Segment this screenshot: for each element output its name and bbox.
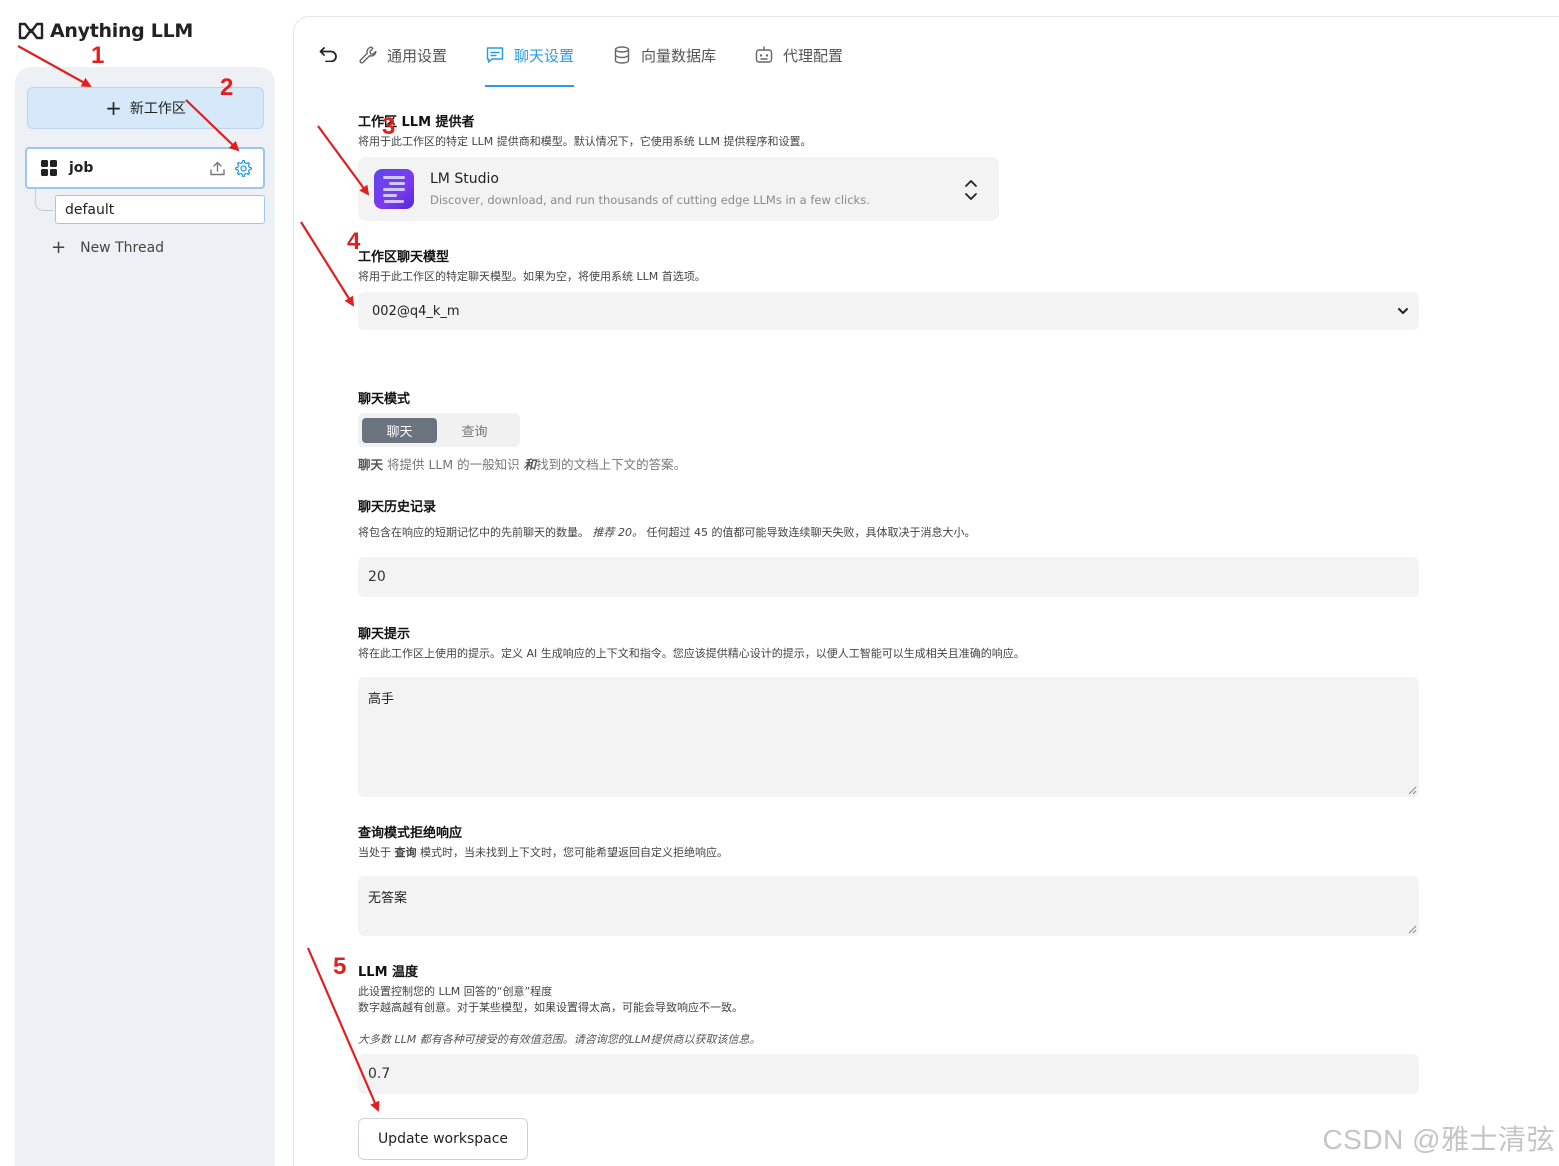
chat-prompt-title: 聊天提示 <box>358 627 411 642</box>
chat-model-title: 工作区聊天模型 <box>358 250 450 265</box>
chat-mode-title: 聊天模式 <box>358 392 411 407</box>
chat-mode-desc-end: 找到的文档上下文的答案。 <box>536 457 687 472</box>
resize-grip-icon[interactable] <box>1408 786 1417 795</box>
mode-option-chat[interactable]: 聊天 <box>362 417 437 443</box>
new-workspace-label: 新工作区 <box>129 101 186 117</box>
chat-mode-desc-strong: 聊天 <box>358 457 384 472</box>
annotation-number-1: 1 <box>91 42 105 69</box>
database-icon <box>614 46 630 64</box>
brand: Anything LLM <box>18 20 193 42</box>
back-arrow-icon[interactable] <box>318 43 340 65</box>
watermark: CSDN @雅士清弦 <box>1322 1124 1555 1155</box>
tab-label: 代理配置 <box>783 47 844 65</box>
sidebar: + 新工作区 job default + New Thread <box>15 67 275 1166</box>
chat-model-desc: 将用于此工作区的特定聊天模型。如果为空，将使用系统 LLM 首选项。 <box>358 270 706 283</box>
query-refusal-desc: 当处于 查询 模式时，当未找到上下文时，您可能希望返回自定义拒绝响应。 <box>358 845 728 861</box>
llm-provider-title: 工作区 LLM 提供者 <box>358 115 475 130</box>
lm-studio-logo-icon <box>374 169 414 209</box>
plus-icon: + <box>51 237 67 258</box>
resize-grip-icon[interactable] <box>1408 925 1417 934</box>
llm-provider-desc: 将用于此工作区的特定 LLM 提供商和模型。默认情况下，它使用系统 LLM 提供… <box>358 135 812 148</box>
annotation-number-5: 5 <box>333 953 347 980</box>
brand-name: Anything LLM <box>50 20 194 42</box>
workspace-name: job <box>69 160 94 176</box>
chat-history-desc-b: 任何超过 45 的值都可能导致连续聊天失败，具体取决于消息大小。 <box>646 526 976 539</box>
annotation-number-4: 4 <box>347 228 361 255</box>
tab-label: 通用设置 <box>387 47 448 65</box>
chat-model-value: 002@q4_k_m <box>372 303 460 319</box>
query-refusal-textarea[interactable]: 无答案 <box>358 876 1419 936</box>
temperature-desc-1: 此设置控制您的 LLM 回答的“创意”程度 <box>358 985 553 998</box>
chat-prompt-desc: 将在此工作区上使用的提示。定义 AI 生成响应的上下文和指令。您应该提供精心设计… <box>358 647 1025 660</box>
app-root: Anything LLM + 新工作区 job default + New Th… <box>0 0 1559 1166</box>
temperature-desc-3: 大多数 LLM 都有各种可接受的有效值范围。请咨询您的LLM提供商以获取该信息。 <box>358 1033 761 1046</box>
chevron-up-down-icon <box>965 180 977 200</box>
chat-model-select[interactable]: 002@q4_k_m <box>358 292 1419 330</box>
gear-icon[interactable] <box>233 158 253 178</box>
tab-agent-config[interactable]: 代理配置 <box>754 43 843 87</box>
annotation-number-2: 2 <box>220 74 234 101</box>
temperature-desc-2: 数字越高越有创意。对于某些模型，如果设置得太高，可能会导致响应不一致。 <box>358 1001 743 1014</box>
tab-label: 向量数据库 <box>641 47 717 65</box>
chat-history-title: 聊天历史记录 <box>358 500 437 515</box>
robot-icon <box>755 46 773 63</box>
workspace-grid-icon <box>41 160 57 176</box>
llm-provider-select[interactable]: LM Studio Discover, download, and run th… <box>358 157 999 221</box>
provider-desc: Discover, download, and run thousands of… <box>430 193 870 207</box>
new-thread-label: New Thread <box>80 239 165 256</box>
settings-panel: 通用设置 聊天设置 向量数据库 代理配置 工作区 LLM 提供者 将用于此工作区… <box>293 16 1559 1166</box>
tab-label: 聊天设置 <box>514 47 575 65</box>
tab-bar: 通用设置 聊天设置 向量数据库 代理配置 <box>318 43 881 87</box>
chat-prompt-textarea[interactable]: 高手 <box>358 677 1419 797</box>
thread-connector <box>35 189 53 211</box>
upload-icon[interactable] <box>207 158 227 178</box>
chat-mode-desc: 聊天 将提供 LLM 的一般知识 和找到的文档上下文的答案。 <box>358 454 686 473</box>
tab-vector-database[interactable]: 向量数据库 <box>612 43 716 87</box>
chat-mode-desc-em: 和 <box>523 457 537 472</box>
chat-history-desc: 将包含在响应的短期记忆中的先前聊天的数量。 推荐 20。 任何超过 45 的值都… <box>358 525 976 541</box>
temperature-title: LLM 温度 <box>358 965 419 980</box>
tab-chat-settings[interactable]: 聊天设置 <box>485 43 575 87</box>
query-refusal-desc-strong: 查询 <box>394 846 417 859</box>
chevron-down-icon <box>1398 308 1408 314</box>
annotation-number-3: 3 <box>382 113 396 140</box>
chat-history-desc-em: 推荐 20。 <box>592 526 644 539</box>
query-refusal-desc-b: 模式时，当未找到上下文时，您可能希望返回自定义拒绝响应。 <box>416 846 728 859</box>
thread-item-default[interactable]: default <box>55 195 265 224</box>
wrench-icon <box>359 46 377 64</box>
chat-history-input[interactable]: 20 <box>358 557 1419 597</box>
chat-mode-desc-middle: 将提供 LLM 的一般知识 <box>383 457 524 472</box>
query-refusal-title: 查询模式拒绝响应 <box>358 826 463 841</box>
plus-icon: + <box>105 96 122 120</box>
new-thread-button[interactable]: + New Thread <box>51 237 164 258</box>
query-refusal-desc-a: 当处于 <box>358 846 395 859</box>
query-refusal-value: 无答案 <box>368 891 408 906</box>
mode-option-query[interactable]: 查询 <box>437 418 512 443</box>
anything-llm-logo-icon <box>18 22 44 40</box>
tab-general-settings[interactable]: 通用设置 <box>358 43 447 87</box>
workspace-item-job[interactable]: job <box>25 147 265 189</box>
update-workspace-button[interactable]: Update workspace <box>358 1118 528 1160</box>
temperature-input[interactable]: 0.7 <box>358 1054 1419 1094</box>
provider-info: LM Studio Discover, download, and run th… <box>430 171 870 207</box>
chat-prompt-value: 高手 <box>368 692 395 707</box>
provider-name: LM Studio <box>430 171 499 187</box>
chat-mode-toggle: 聊天 查询 <box>358 413 520 447</box>
chat-icon <box>486 47 504 63</box>
chat-history-desc-a: 将包含在响应的短期记忆中的先前聊天的数量。 <box>358 526 589 539</box>
